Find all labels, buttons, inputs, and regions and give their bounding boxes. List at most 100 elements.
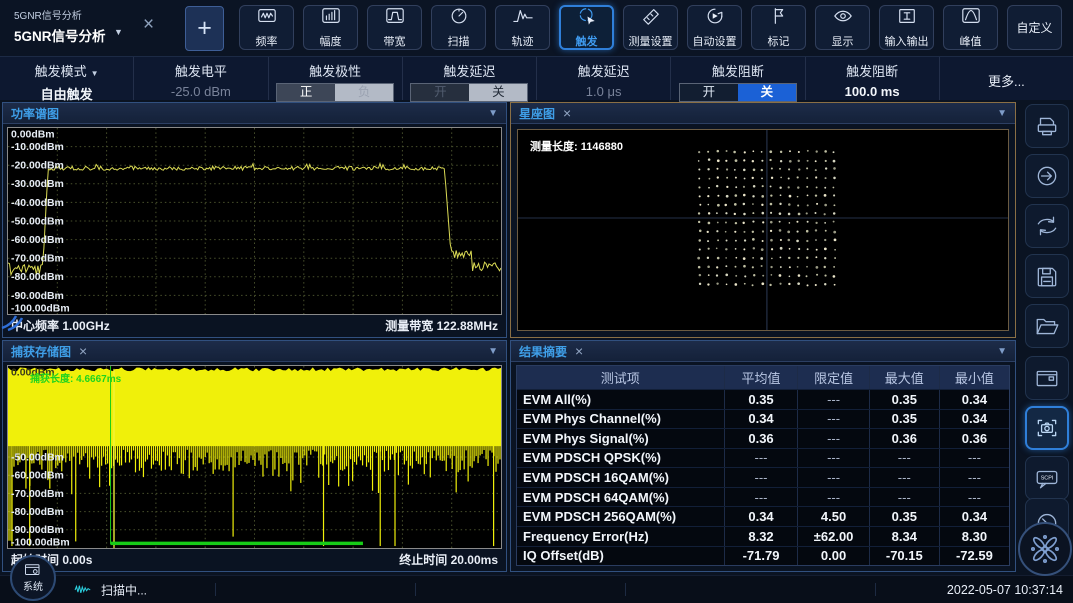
sidebar-button-sync[interactable] — [1025, 204, 1069, 248]
setting-value[interactable]: -25.0 dBm — [134, 84, 267, 99]
panel-close-icon[interactable]: × — [575, 344, 583, 358]
panel-titlebar[interactable]: 结果摘要 × ▼ — [511, 341, 1015, 362]
sidebar-button-window[interactable] — [1025, 356, 1069, 400]
setting-label: 触发阻断 — [671, 61, 804, 80]
results-cell: 8.30 — [939, 527, 1009, 546]
toolbar-button-display[interactable]: 显示 — [815, 5, 870, 50]
table-row[interactable]: EVM PDSCH 64QAM(%)------------ — [517, 487, 1009, 507]
collapse-icon[interactable]: ▼ — [997, 108, 1007, 119]
nav-rosette-button[interactable] — [1018, 522, 1072, 576]
table-row[interactable]: EVM All(%)0.35---0.350.34 — [517, 389, 1009, 409]
spectrum-footer: 中心频率 1.00GHz 测量带宽 122.88MHz — [11, 317, 498, 334]
toolbar-button-trigger[interactable]: 触发 — [559, 5, 614, 50]
setting-toggle[interactable]: 开关 — [679, 83, 797, 102]
sidebar-button-save[interactable] — [1025, 254, 1069, 298]
panel-constellation: 星座图 × ▼ 测量长度: 1146880 — [510, 102, 1016, 338]
constellation-plot: 测量长度: 1146880 — [517, 129, 1009, 331]
results-cell: 0.34 — [939, 507, 1009, 526]
results-cell: 0.35 — [869, 507, 939, 526]
toolbar-button-io[interactable]: 输入输出 — [879, 5, 934, 50]
table-row[interactable]: IQ Offset(dB)-71.790.00-70.15-72.59 — [517, 546, 1009, 566]
toolbar-button-label: 幅度 — [320, 33, 342, 49]
svg-text:-30.00dBm: -30.00dBm — [11, 179, 64, 190]
toolbar-button-label: 带宽 — [384, 33, 406, 49]
setting-value[interactable]: 自由触发 — [0, 84, 133, 103]
table-row[interactable]: EVM Phys Signal(%)0.36---0.360.36 — [517, 428, 1009, 448]
toolbar-button-label: 测量设置 — [629, 33, 673, 49]
sidebar-button-screenshot[interactable] — [1025, 406, 1069, 450]
setting-value[interactable]: 1.0 μs — [537, 84, 670, 99]
stop-time-label: 终止时间 20.00ms — [399, 551, 498, 568]
toolbar-button-trace[interactable]: 轨迹 — [495, 5, 550, 50]
panel-titlebar[interactable]: 功率谱图 ▼ — [3, 103, 506, 124]
toggle-option-正[interactable]: 正 — [277, 84, 335, 101]
toolbar-button-sweep[interactable]: 扫描 — [431, 5, 486, 50]
constellation-svg — [518, 130, 1008, 330]
sidebar-button-forward[interactable] — [1025, 154, 1069, 198]
results-header-cell: 平均值 — [724, 366, 798, 389]
timestamp: 2022-05-07 10:37:14 — [947, 583, 1063, 597]
setting-trigger-holdoff-switch: 触发阻断开关 — [671, 57, 805, 100]
toolbar-button-bandwidth[interactable]: 带宽 — [367, 5, 422, 50]
svg-text:-90.00dBm: -90.00dBm — [11, 525, 64, 536]
setting-more[interactable]: 更多... — [940, 57, 1073, 100]
toolbar-button-label: 触发 — [576, 33, 598, 49]
top-toolbar: 5GNR信号分析 5GNR信号分析 ▼ × + 频率幅度带宽扫描轨迹触发测量设置… — [0, 0, 1073, 56]
setting-value[interactable]: 100.0 ms — [806, 84, 939, 99]
toolbar-button-label: 自定义 — [1016, 19, 1052, 36]
toolbar-button-custom[interactable]: 自定义 — [1007, 5, 1062, 50]
panel-close-icon[interactable]: × — [563, 106, 571, 120]
toolbar-button-marker[interactable]: 标记 — [751, 5, 806, 50]
add-tab-button[interactable]: + — [185, 6, 224, 51]
setting-trigger-level: 触发电平-25.0 dBm — [134, 57, 268, 100]
results-cell: --- — [797, 468, 868, 487]
panel-titlebar[interactable]: 星座图 × ▼ — [511, 103, 1015, 124]
svg-text:-60.00dBm: -60.00dBm — [11, 471, 64, 482]
screenshot-icon — [1034, 416, 1060, 440]
results-cell: --- — [939, 449, 1009, 468]
panel-titlebar[interactable]: 捕获存储图 × ▼ — [3, 341, 506, 362]
toolbar-button-measure-setup[interactable]: 测量设置 — [623, 5, 678, 50]
table-row[interactable]: EVM PDSCH 256QAM(%)0.344.500.350.34 — [517, 506, 1009, 526]
app-tab-title[interactable]: 5GNR信号分析 — [14, 25, 106, 45]
collapse-icon[interactable]: ▼ — [488, 346, 498, 357]
tab-close-icon[interactable]: × — [143, 15, 154, 34]
toolbar-button-peak[interactable]: 峰值 — [943, 5, 998, 50]
results-cell: EVM PDSCH 16QAM(%) — [517, 468, 724, 487]
capture-marker-label: 捕获长度: 4.6667ms — [30, 370, 121, 385]
setting-toggle[interactable]: 正负 — [276, 83, 394, 102]
sidebar-button-scpi[interactable]: SCPI — [1025, 456, 1069, 500]
table-row[interactable]: EVM PDSCH 16QAM(%)------------ — [517, 467, 1009, 487]
setting-trigger-polarity: 触发极性正负 — [269, 57, 403, 100]
results-cell: --- — [724, 468, 798, 487]
toggle-option-开[interactable]: 开 — [411, 84, 469, 101]
table-row[interactable]: EVM Phys Channel(%)0.34---0.350.34 — [517, 409, 1009, 429]
setting-toggle[interactable]: 开关 — [410, 83, 528, 102]
statusbar-divider — [415, 583, 416, 596]
tab-dropdown-icon[interactable]: ▼ — [114, 27, 123, 37]
collapse-icon[interactable]: ▼ — [997, 346, 1007, 357]
print-icon — [1034, 114, 1060, 138]
toggle-option-关[interactable]: 关 — [469, 84, 527, 101]
table-row[interactable]: Frequency Error(Hz)8.32±62.008.348.30 — [517, 526, 1009, 546]
pane-nav-arrow-icon[interactable] — [0, 312, 30, 332]
results-cell: --- — [939, 468, 1009, 487]
trigger-icon — [575, 6, 599, 31]
collapse-icon[interactable]: ▼ — [488, 108, 498, 119]
window-icon — [1034, 366, 1060, 390]
results-cell: EVM All(%) — [517, 390, 724, 409]
sidebar-button-folder[interactable] — [1025, 304, 1069, 348]
table-row[interactable]: EVM PDSCH QPSK(%)------------ — [517, 448, 1009, 468]
toggle-option-负[interactable]: 负 — [335, 84, 393, 101]
results-cell: 0.00 — [797, 547, 868, 566]
toggle-option-关[interactable]: 关 — [738, 84, 796, 101]
panel-close-icon[interactable]: × — [79, 344, 87, 358]
toggle-option-开[interactable]: 开 — [680, 84, 738, 101]
toolbar-button-amplitude[interactable]: 幅度 — [303, 5, 358, 50]
capture-plot: 捕获长度: 4.6667ms -10.00dBm-20.00dBm-30.00d… — [7, 365, 502, 549]
toolbar-button-frequency[interactable]: 频率 — [239, 5, 294, 50]
svg-text:-80.00dBm: -80.00dBm — [11, 507, 64, 518]
system-button[interactable]: 系统 — [10, 555, 56, 601]
sidebar-button-print[interactable] — [1025, 104, 1069, 148]
toolbar-button-auto-setup[interactable]: 自动设置 — [687, 5, 742, 50]
